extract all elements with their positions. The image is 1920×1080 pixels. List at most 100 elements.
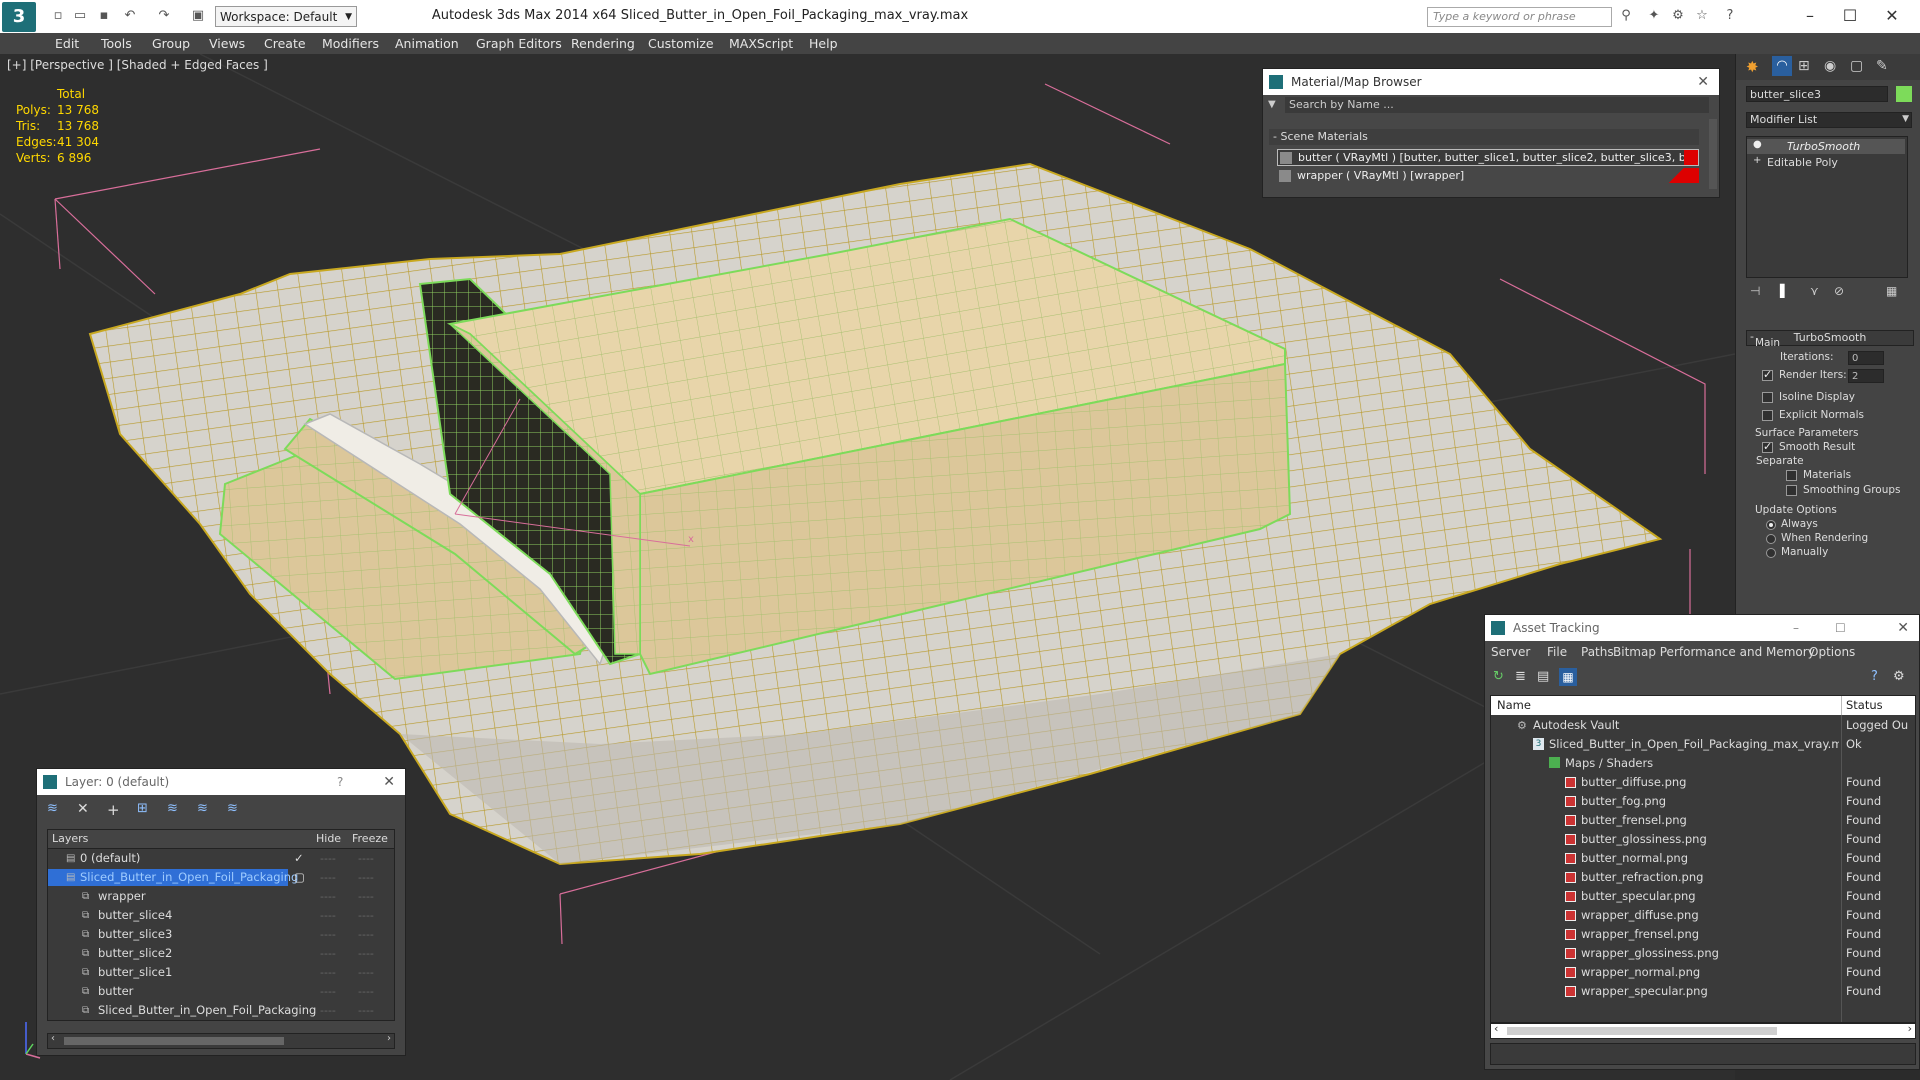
update-when-rendering-radio[interactable] [1766, 534, 1776, 544]
maximize-button[interactable]: ☐ [1835, 615, 1846, 641]
subscription-icon[interactable]: ✦ [1646, 8, 1662, 24]
modifier-list-dropdown[interactable]: Modifier List ▼ [1746, 112, 1912, 128]
hide-toggle[interactable]: ---- [320, 963, 336, 982]
isoline-display-checkbox[interactable] [1762, 392, 1773, 403]
object-row[interactable]: ⧉ butter_slice4 ---- ---- [48, 906, 394, 925]
asset-row[interactable]: wrapper_specular.png Found [1491, 982, 1915, 1001]
object-row[interactable]: ⧉ butter_slice1 ---- ---- [48, 963, 394, 982]
iterations-spinner[interactable]: 0 [1848, 351, 1884, 365]
menu-options[interactable]: Options [1809, 642, 1855, 662]
delete-layer-icon[interactable]: ✕ [77, 801, 89, 817]
asset-row[interactable]: butter_diffuse.png Found [1491, 773, 1915, 792]
layer-row[interactable]: ▤ Sliced_Butter_in_Open_Foil_Packaging ▢… [48, 868, 394, 887]
hide-toggle[interactable]: ---- [320, 944, 336, 963]
close-icon[interactable]: ✕ [1897, 615, 1909, 641]
close-button[interactable]: ✕ [1872, 4, 1912, 28]
menu-modifiers[interactable]: Modifiers [322, 36, 379, 51]
column-status[interactable]: Status [1846, 696, 1883, 715]
column-name[interactable]: Name [1497, 696, 1531, 715]
asset-row[interactable]: wrapper_glossiness.png Found [1491, 944, 1915, 963]
material-search-input[interactable]: Search by Name ... [1285, 97, 1709, 113]
minimize-button[interactable]: – [1790, 4, 1830, 28]
select-objects-icon[interactable]: ⊞ [137, 801, 148, 816]
asset-row[interactable]: ⚙ Autodesk Vault Logged Ou [1491, 716, 1915, 735]
expand-icon[interactable]: + [1753, 155, 1761, 166]
explicit-normals-checkbox[interactable] [1762, 410, 1773, 421]
menu-customize[interactable]: Customize [648, 36, 714, 51]
layer-window-header[interactable]: Layer: 0 (default) ? ✕ [37, 769, 405, 795]
help-icon[interactable]: ? [1871, 669, 1878, 684]
freeze-toggle[interactable]: ---- [358, 849, 374, 868]
make-unique-icon[interactable]: ⋎ [1810, 284, 1819, 298]
favorites-star-icon[interactable]: ☆ [1694, 8, 1710, 24]
viewport-label[interactable]: [+] [Perspective ] [Shaded + Edged Faces… [7, 58, 268, 72]
hierarchy-tab-icon[interactable]: ⊞ [1798, 58, 1810, 74]
hide-all-layers-icon[interactable]: ≋ [197, 801, 208, 816]
scroll-right-icon[interactable]: › [387, 1033, 391, 1044]
settings-icon[interactable]: ⚙ [1893, 669, 1905, 684]
object-row[interactable]: ⧉ Sliced_Butter_in_Open_Foil_Packaging -… [48, 1001, 394, 1020]
asset-row[interactable]: butter_fog.png Found [1491, 792, 1915, 811]
update-manually-radio[interactable] [1766, 548, 1776, 558]
object-color-swatch[interactable] [1896, 86, 1912, 102]
layer-row[interactable]: ▤ 0 (default) ✓ ---- ---- [48, 849, 394, 868]
object-row[interactable]: ⧉ butter_slice2 ---- ---- [48, 944, 394, 963]
column-freeze[interactable]: Freeze [352, 830, 388, 848]
highlight-layer-icon[interactable]: ≋ [167, 801, 178, 816]
hide-toggle[interactable]: ---- [320, 1001, 336, 1020]
minimize-button[interactable]: – [1793, 615, 1799, 641]
material-item[interactable]: butter ( VRayMtl ) [butter, butter_slice… [1277, 149, 1699, 166]
create-layer-icon[interactable]: ≋ [47, 801, 58, 816]
freeze-toggle[interactable]: ---- [358, 1001, 374, 1020]
object-row[interactable]: ⧉ butter_slice3 ---- ---- [48, 925, 394, 944]
hide-toggle[interactable]: ---- [320, 906, 336, 925]
freeze-toggle[interactable]: ---- [358, 963, 374, 982]
asset-row[interactable]: 3 Sliced_Butter_in_Open_Foil_Packaging_m… [1491, 735, 1915, 754]
scroll-thumb[interactable] [64, 1037, 284, 1045]
help-icon[interactable]: ? [337, 769, 343, 795]
asset-row[interactable]: wrapper_normal.png Found [1491, 963, 1915, 982]
display-tab-icon[interactable]: ▢ [1850, 58, 1863, 74]
column-hide[interactable]: Hide [316, 830, 341, 848]
menu-help[interactable]: Help [809, 36, 838, 51]
scroll-left-icon[interactable]: ‹ [1494, 1022, 1498, 1035]
hide-toggle[interactable]: ---- [320, 982, 336, 1001]
close-icon[interactable]: ✕ [383, 769, 395, 795]
material-browser-scrollbar[interactable] [1709, 119, 1717, 189]
freeze-toggle[interactable]: ---- [358, 868, 374, 887]
asset-row[interactable]: butter_specular.png Found [1491, 887, 1915, 906]
object-row[interactable]: ⧉ wrapper ---- ---- [48, 887, 394, 906]
scroll-thumb[interactable] [1507, 1027, 1777, 1035]
render-iters-spinner[interactable]: 2 [1848, 369, 1884, 383]
grid-view-icon[interactable]: ▦ [1559, 668, 1577, 686]
freeze-toggle[interactable]: ---- [358, 906, 374, 925]
object-name-field[interactable]: butter_slice3 [1746, 86, 1888, 102]
help-icon[interactable]: ? [1722, 8, 1738, 24]
asset-path-field[interactable] [1490, 1043, 1916, 1065]
freeze-toggle[interactable]: ---- [358, 925, 374, 944]
modify-tab-icon[interactable]: ◠ [1772, 56, 1792, 76]
layer-list-hscrollbar[interactable]: ‹ › [47, 1033, 395, 1049]
pin-stack-icon[interactable]: ⊣ [1750, 284, 1760, 298]
material-browser-header[interactable]: Material/Map Browser ✕ [1263, 69, 1719, 95]
freeze-all-layers-icon[interactable]: ≋ [227, 801, 238, 816]
refresh-icon[interactable]: ↻ [1493, 669, 1504, 684]
asset-row[interactable]: butter_normal.png Found [1491, 849, 1915, 868]
menu-rendering[interactable]: Rendering [571, 36, 635, 51]
menu-create[interactable]: Create [264, 36, 306, 51]
asset-row[interactable]: butter_frensel.png Found [1491, 811, 1915, 830]
menu-bitmap-performance[interactable]: Bitmap Performance and Memory [1613, 642, 1815, 662]
communication-icon[interactable]: ⚙ [1670, 8, 1686, 24]
motion-tab-icon[interactable]: ◉ [1824, 58, 1836, 74]
menu-maxscript[interactable]: MAXScript [729, 36, 793, 51]
table-view-icon[interactable]: ▤ [1537, 669, 1549, 684]
menu-graph-editors[interactable]: Graph Editors [476, 36, 562, 51]
show-end-result-icon[interactable]: ▌ [1780, 284, 1789, 298]
smooth-result-checkbox[interactable] [1762, 440, 1773, 453]
asset-row[interactable]: butter_refraction.png Found [1491, 868, 1915, 887]
menu-views[interactable]: Views [209, 36, 245, 51]
asset-row[interactable]: butter_glossiness.png Found [1491, 830, 1915, 849]
menu-edit[interactable]: Edit [55, 36, 79, 51]
binoculars-icon[interactable]: ⚲ [1618, 8, 1634, 24]
menu-file[interactable]: File [1547, 642, 1567, 662]
